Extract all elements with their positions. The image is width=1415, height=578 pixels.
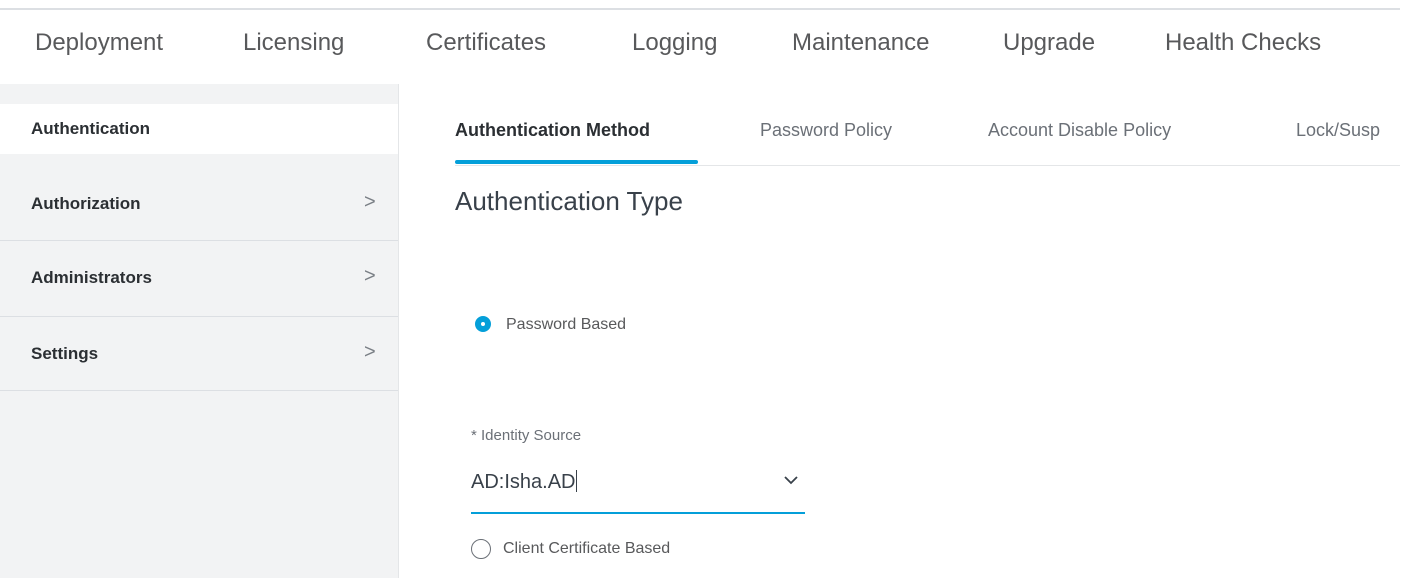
client-certificate-based-label[interactable]: Client Certificate Based [503,540,670,558]
tab-deployment[interactable]: Deployment [35,29,163,57]
sub-tabs-divider [455,165,1400,166]
tab-licensing[interactable]: Licensing [243,29,344,57]
password-based-label[interactable]: Password Based [506,316,626,334]
sidebar-divider [0,316,398,317]
tab-logging[interactable]: Logging [632,29,717,57]
top-navigation: Deployment Licensing Certificates Loggin… [0,10,1415,82]
identity-source-value: AD:Isha.AD [471,470,578,493]
section-title: Authentication Type [455,186,683,216]
sidebar-divider [0,240,398,241]
chevron-right-icon: > [364,265,376,287]
sidebar-item-authorization[interactable]: Authorization > [0,166,398,240]
chevron-right-icon: > [364,341,376,363]
tab-lock-suspend[interactable]: Lock/Susp [1296,120,1380,141]
tab-health-checks[interactable]: Health Checks [1165,29,1321,57]
sidebar-item-authentication[interactable]: Authentication [0,104,398,154]
sidebar-item-label: Authorization [31,194,141,213]
password-based-radio[interactable] [475,316,491,332]
sidebar-item-label: Administrators [31,268,152,287]
select-underline [471,512,805,514]
client-certificate-based-radio[interactable] [471,539,491,559]
tab-maintenance[interactable]: Maintenance [792,29,929,57]
identity-source-label: * Identity Source [471,427,582,444]
identity-source-select[interactable]: AD:Isha.AD [471,462,805,514]
active-tab-indicator [455,160,698,164]
sidebar-item-label: Settings [31,344,99,363]
tab-account-disable-policy[interactable]: Account Disable Policy [988,120,1171,141]
chevron-right-icon: > [364,191,376,213]
sidebar: Authentication Authorization > Administr… [0,84,399,578]
sidebar-item-settings[interactable]: Settings > [0,318,398,392]
tab-authentication-method[interactable]: Authentication Method [455,120,650,141]
chevron-down-icon [784,476,798,485]
sidebar-item-administrators[interactable]: Administrators > [0,242,398,316]
sidebar-item-label: Authentication [31,119,150,138]
tab-certificates[interactable]: Certificates [426,29,546,57]
tab-password-policy[interactable]: Password Policy [760,120,892,141]
tab-upgrade[interactable]: Upgrade [1003,29,1095,57]
